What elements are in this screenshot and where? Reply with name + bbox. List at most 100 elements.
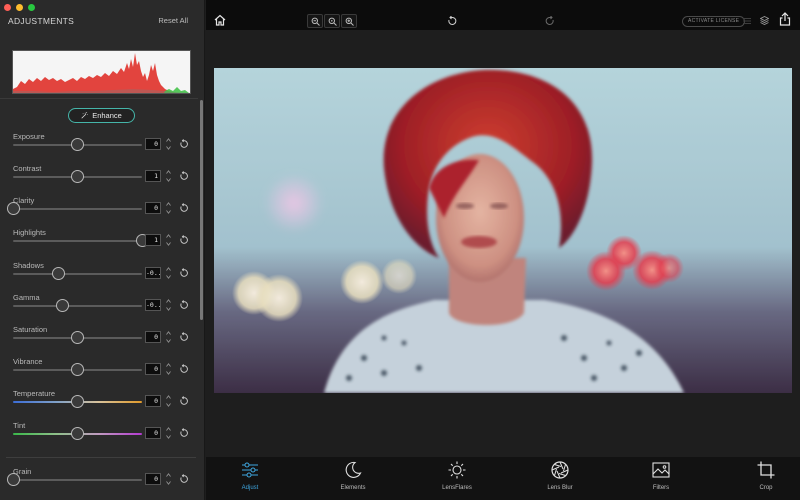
contrast-reset-icon[interactable]: [179, 171, 189, 181]
close-window-button[interactable]: [4, 4, 11, 11]
chevron-up-icon: [166, 299, 171, 303]
undo-icon[interactable]: [447, 16, 457, 26]
clarity-decrement-button[interactable]: [164, 209, 173, 215]
highlights-decrement-button[interactable]: [164, 241, 173, 247]
redo-icon[interactable]: [545, 16, 555, 26]
saturation-decrement-button[interactable]: [164, 338, 173, 344]
grain-stepper[interactable]: [164, 472, 173, 486]
chevron-down-icon: [166, 307, 171, 311]
highlights-increment-button[interactable]: [164, 233, 173, 239]
reset-all-button[interactable]: Reset All: [158, 16, 188, 25]
zoom-in-button[interactable]: [341, 14, 357, 28]
contrast-increment-button[interactable]: [164, 169, 173, 175]
exposure-value-field[interactable]: 0: [145, 138, 161, 150]
gamma-reset-icon[interactable]: [179, 300, 189, 310]
shadows-reset-icon[interactable]: [179, 268, 189, 278]
contrast-slider-handle[interactable]: [71, 170, 84, 183]
gamma-stepper[interactable]: [164, 298, 173, 312]
enhance-button[interactable]: Enhance: [68, 108, 135, 123]
saturation-reset-icon[interactable]: [179, 332, 189, 342]
panel-scrollbar[interactable]: [200, 100, 203, 320]
tint-stepper[interactable]: [164, 426, 173, 440]
vibrance-decrement-button[interactable]: [164, 370, 173, 376]
maximize-window-button[interactable]: [28, 4, 35, 11]
image-canvas[interactable]: [206, 30, 800, 456]
zoom-out-button[interactable]: [307, 14, 323, 28]
grain-increment-button[interactable]: [164, 472, 173, 478]
temperature-reset-icon[interactable]: [179, 396, 189, 406]
activate-license-button[interactable]: ACTIVATE LICENSE: [682, 16, 746, 27]
saturation-stepper[interactable]: [164, 330, 173, 344]
gamma-value-field[interactable]: -0...: [145, 299, 161, 311]
gamma-slider-track[interactable]: [13, 305, 142, 307]
tint-reset-icon[interactable]: [179, 428, 189, 438]
gamma-slider-handle[interactable]: [55, 299, 69, 312]
grain-value-field[interactable]: 0: [145, 473, 161, 485]
temperature-slider-handle[interactable]: [71, 395, 84, 408]
tint-value-field[interactable]: 0: [145, 427, 161, 439]
exposure-decrement-button[interactable]: [164, 145, 173, 151]
saturation-increment-button[interactable]: [164, 330, 173, 336]
chevron-down-icon: [166, 371, 171, 375]
share-icon[interactable]: [779, 12, 791, 26]
chevron-up-icon: [166, 138, 171, 142]
contrast-stepper[interactable]: [164, 169, 173, 183]
shadows-slider-handle[interactable]: [51, 267, 65, 280]
clarity-value-field[interactable]: 0: [145, 202, 161, 214]
exposure-increment-button[interactable]: [164, 137, 173, 143]
exposure-slider-handle[interactable]: [71, 138, 84, 151]
gamma-increment-button[interactable]: [164, 298, 173, 304]
tint-slider-handle[interactable]: [71, 427, 84, 440]
highlights-slider-track[interactable]: [13, 240, 142, 242]
grain-slider-handle[interactable]: [6, 473, 20, 486]
vibrance-increment-button[interactable]: [164, 362, 173, 368]
clarity-slider-handle[interactable]: [6, 202, 20, 215]
vibrance-value-field[interactable]: 0: [145, 363, 161, 375]
tool-adjust[interactable]: Adjust: [220, 461, 280, 497]
minimize-window-button[interactable]: [16, 4, 23, 11]
tool-crop[interactable]: Crop: [736, 461, 796, 497]
shadows-slider-track[interactable]: [13, 273, 142, 275]
tool-elements[interactable]: Elements: [323, 461, 383, 497]
moon-icon: [345, 461, 362, 478]
temperature-decrement-button[interactable]: [164, 402, 173, 408]
temperature-increment-button[interactable]: [164, 394, 173, 400]
zoom-fit-button[interactable]: [324, 14, 340, 28]
temperature-stepper[interactable]: [164, 394, 173, 408]
grain-decrement-button[interactable]: [164, 480, 173, 486]
home-icon[interactable]: [214, 14, 226, 26]
clarity-reset-icon[interactable]: [179, 203, 189, 213]
shadows-increment-button[interactable]: [164, 266, 173, 272]
highlights-stepper[interactable]: [164, 233, 173, 247]
tool-lensflares[interactable]: LensFlares: [427, 461, 487, 497]
shadows-slider-row: Shadows -0...: [0, 261, 198, 291]
saturation-slider-handle[interactable]: [71, 331, 84, 344]
vibrance-reset-icon[interactable]: [179, 364, 189, 374]
temperature-value-field[interactable]: 0: [145, 395, 161, 407]
tint-increment-button[interactable]: [164, 426, 173, 432]
edited-photo[interactable]: [214, 68, 792, 393]
gamma-decrement-button[interactable]: [164, 306, 173, 312]
grain-slider-track[interactable]: [13, 479, 142, 481]
exposure-reset-icon[interactable]: [179, 139, 189, 149]
highlights-value-field[interactable]: 1: [145, 234, 161, 246]
shadows-decrement-button[interactable]: [164, 274, 173, 280]
list-icon[interactable]: [743, 17, 751, 25]
exposure-stepper[interactable]: [164, 137, 173, 151]
shadows-value-field[interactable]: -0...: [145, 267, 161, 279]
vibrance-stepper[interactable]: [164, 362, 173, 376]
tint-decrement-button[interactable]: [164, 434, 173, 440]
shadows-stepper[interactable]: [164, 266, 173, 280]
clarity-slider-track[interactable]: [13, 208, 142, 210]
vibrance-slider-handle[interactable]: [71, 363, 84, 376]
clarity-stepper[interactable]: [164, 201, 173, 215]
tool-filters[interactable]: Filters: [631, 461, 691, 497]
layers-icon[interactable]: [760, 16, 769, 25]
contrast-value-field[interactable]: 1: [145, 170, 161, 182]
clarity-increment-button[interactable]: [164, 201, 173, 207]
tool-lensblur[interactable]: Lens Blur: [530, 461, 590, 497]
contrast-decrement-button[interactable]: [164, 177, 173, 183]
grain-reset-icon[interactable]: [179, 474, 189, 484]
highlights-reset-icon[interactable]: [179, 235, 189, 245]
saturation-value-field[interactable]: 0: [145, 331, 161, 343]
